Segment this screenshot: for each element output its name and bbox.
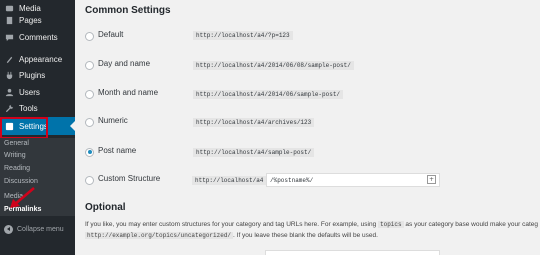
permalink-example: http://localhost/a4/2014/06/sample-post/ bbox=[193, 90, 344, 99]
annotation-highlight-box bbox=[0, 117, 48, 139]
option-custom-structure[interactable]: Custom Structure bbox=[85, 173, 160, 187]
permalink-example: http://localhost/a4/archives/123 bbox=[193, 118, 315, 127]
sidebar-item-pages[interactable]: Pages bbox=[0, 11, 75, 29]
desc-text: . If you leave these blank the defaults … bbox=[233, 232, 378, 239]
admin-sidebar: Media Pages Comments Appearance Plugins … bbox=[0, 0, 75, 255]
permalink-settings-main: Common Settings Default http://localhost… bbox=[75, 0, 540, 255]
plugins-icon bbox=[3, 69, 15, 81]
pages-icon bbox=[3, 14, 15, 26]
desc-code: topics bbox=[378, 221, 404, 228]
collapse-menu-label: Collapse menu bbox=[17, 225, 64, 233]
sidebar-item-label: Tools bbox=[19, 103, 38, 113]
radio-custom-structure[interactable] bbox=[85, 175, 94, 185]
option-label: Custom Structure bbox=[98, 174, 161, 183]
option-numeric[interactable]: Numeric bbox=[85, 115, 128, 129]
tools-icon bbox=[3, 102, 15, 114]
desc-text: as your category base would make your ca… bbox=[405, 221, 539, 228]
option-label: Numeric bbox=[98, 116, 128, 125]
collapse-menu-button[interactable]: Collapse menu bbox=[0, 222, 75, 236]
optional-description-2: http://example.org/topics/uncategorized/… bbox=[85, 232, 378, 239]
permalink-example: http://localhost/a4/2014/06/08/sample-po… bbox=[193, 61, 354, 70]
radio-post-name[interactable] bbox=[85, 147, 94, 157]
radio-day-and-name[interactable] bbox=[85, 60, 94, 70]
collapse-icon bbox=[4, 224, 13, 234]
sidebar-item-label: Pages bbox=[19, 15, 42, 25]
sidebar-item-label: Plugins bbox=[19, 70, 46, 80]
option-month-and-name[interactable]: Month and name bbox=[85, 87, 158, 101]
sidebar-item-label: Users bbox=[19, 87, 40, 97]
submenu-item-writing[interactable]: Writing bbox=[4, 152, 26, 159]
sidebar-item-label: Appearance bbox=[19, 54, 63, 64]
radio-default[interactable] bbox=[85, 31, 94, 41]
radio-month-and-name[interactable] bbox=[85, 89, 94, 99]
option-label: Default bbox=[98, 30, 124, 39]
users-icon bbox=[3, 86, 15, 98]
optional-title: Optional bbox=[85, 202, 126, 213]
option-label: Month and name bbox=[98, 88, 159, 97]
option-label: Day and name bbox=[98, 59, 151, 68]
option-day-and-name[interactable]: Day and name bbox=[85, 58, 150, 72]
annotation-arrow-icon bbox=[10, 187, 35, 208]
sidebar-item-plugins[interactable]: Plugins bbox=[0, 66, 75, 84]
custom-base-url: http://localhost/a4 bbox=[192, 176, 267, 185]
sidebar-item-comments[interactable]: Comments bbox=[0, 28, 75, 46]
radio-numeric[interactable] bbox=[85, 117, 94, 127]
common-settings-title: Common Settings bbox=[85, 5, 171, 16]
submenu-item-general[interactable]: General bbox=[4, 140, 29, 147]
permalink-example: http://localhost/a4/?p=123 bbox=[193, 31, 293, 40]
submenu-item-reading[interactable]: Reading bbox=[4, 165, 30, 172]
option-label: Post name bbox=[98, 146, 137, 155]
option-post-name[interactable]: Post name bbox=[85, 145, 136, 159]
submenu-item-discussion[interactable]: Discussion bbox=[4, 178, 38, 185]
appearance-icon bbox=[3, 53, 15, 65]
optional-description: If you like, you may enter custom struct… bbox=[85, 221, 538, 228]
comments-icon bbox=[3, 31, 15, 43]
custom-structure-input[interactable]: /%postname%/ bbox=[266, 173, 440, 187]
sidebar-item-tools[interactable]: Tools bbox=[0, 99, 75, 117]
sidebar-item-label: Comments bbox=[19, 32, 58, 42]
category-base-input[interactable] bbox=[265, 250, 440, 255]
input-expand-icon[interactable]: + bbox=[427, 175, 436, 184]
desc-text: If you like, you may enter custom struct… bbox=[85, 221, 377, 228]
option-default[interactable]: Default bbox=[85, 29, 123, 43]
permalink-example: http://localhost/a4/sample-post/ bbox=[193, 148, 315, 157]
desc-code: http://example.org/topics/uncategorized/ bbox=[85, 232, 234, 239]
